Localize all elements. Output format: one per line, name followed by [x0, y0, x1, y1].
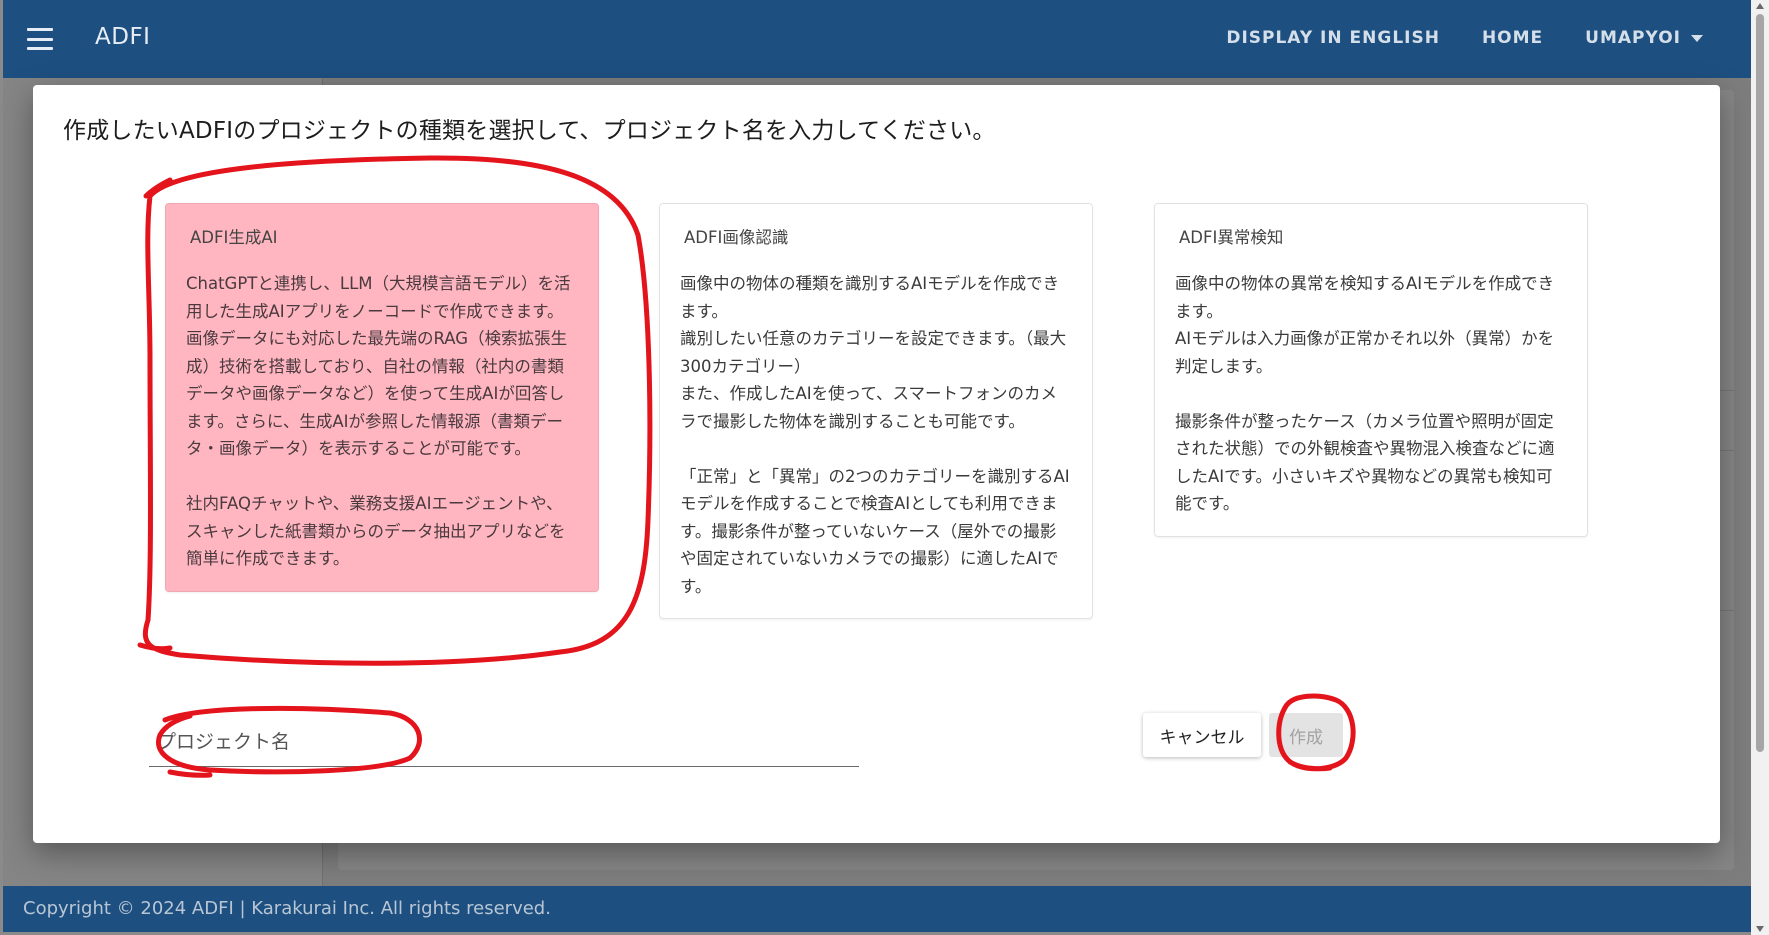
project-type-card-image-recognition[interactable]: ADFI画像認識 画像中の物体の種類を識別するAIモデルを作成できます。 識別し… [659, 203, 1093, 619]
hamburger-menu-icon[interactable] [25, 25, 55, 53]
create-button[interactable]: 作成 [1269, 713, 1343, 757]
card-title: ADFI異常検知 [1179, 228, 1284, 247]
footer: Copyright © 2024 ADFI | Karakurai Inc. A… [3, 886, 1751, 932]
card-description: 画像中の物体の異常を検知するAIモデルを作成できます。 AIモデルは入力画像が正… [1175, 274, 1555, 513]
project-name-field[interactable] [149, 717, 859, 767]
user-name: UMAPYOI [1585, 28, 1681, 48]
dialog-title: 作成したいADFIのプロジェクトの種類を選択して、プロジェクト名を入力してくださ… [63, 118, 996, 144]
project-type-card-generative-ai[interactable]: ADFI生成AI ChatGPTと連携し、LLM（大規模言語モデル）を活用した生… [165, 203, 599, 592]
project-name-input[interactable] [149, 717, 859, 766]
caret-down-icon [1691, 34, 1703, 42]
scroll-down-arrow-icon[interactable] [1756, 926, 1764, 932]
display-in-english-link[interactable]: DISPLAY IN ENGLISH [1226, 28, 1440, 48]
card-description: 画像中の物体の種類を識別するAIモデルを作成できます。 識別したい任意のカテゴリ… [680, 274, 1070, 596]
app-brand[interactable]: ADFI [95, 24, 150, 50]
project-type-card-anomaly-detection[interactable]: ADFI異常検知 画像中の物体の異常を検知するAIモデルを作成できます。 AIモ… [1154, 203, 1588, 537]
cancel-button[interactable]: キャンセル [1143, 713, 1261, 757]
card-title: ADFI生成AI [190, 228, 278, 247]
page-scrollbar[interactable] [1751, 0, 1769, 935]
user-menu[interactable]: UMAPYOI [1585, 28, 1703, 48]
top-nav: DISPLAY IN ENGLISH HOME UMAPYOI [1226, 28, 1703, 48]
scroll-thumb[interactable] [1756, 14, 1764, 752]
card-description: ChatGPTと連携し、LLM（大規模言語モデル）を活用した生成AIアプリをノー… [186, 274, 571, 568]
create-project-dialog: 作成したいADFIのプロジェクトの種類を選択して、プロジェクト名を入力してくださ… [33, 85, 1720, 843]
card-title: ADFI画像認識 [684, 228, 789, 247]
app-bar: ADFI DISPLAY IN ENGLISH HOME UMAPYOI [3, 0, 1751, 78]
home-link[interactable]: HOME [1482, 28, 1543, 48]
scroll-up-arrow-icon[interactable] [1756, 3, 1764, 9]
copyright-text: Copyright © 2024 ADFI | Karakurai Inc. A… [23, 898, 551, 919]
